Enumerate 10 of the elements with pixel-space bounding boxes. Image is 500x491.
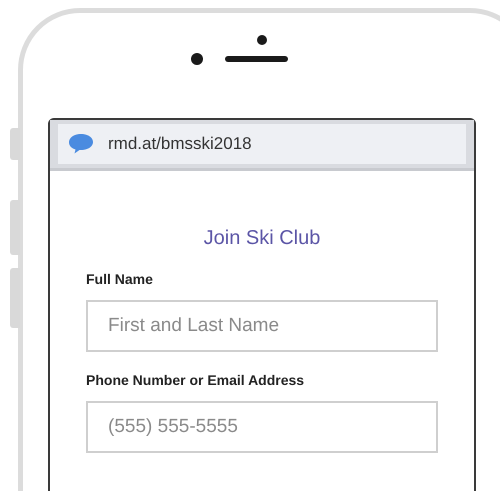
input-field[interactable]: (555) 555-5555 xyxy=(86,401,438,453)
chat-bubble-icon xyxy=(68,133,94,155)
input-field[interactable]: First and Last Name xyxy=(86,300,438,352)
field-label: Full Name xyxy=(86,270,154,289)
field-label: Phone Number or Email Address xyxy=(86,371,306,390)
form-title: Join Ski Club xyxy=(202,226,322,251)
speaker-icon xyxy=(225,56,288,62)
camera-icon xyxy=(257,35,267,45)
url-text: rmd.at/bmsski2018 xyxy=(108,133,252,156)
sensor-icon xyxy=(191,53,203,65)
